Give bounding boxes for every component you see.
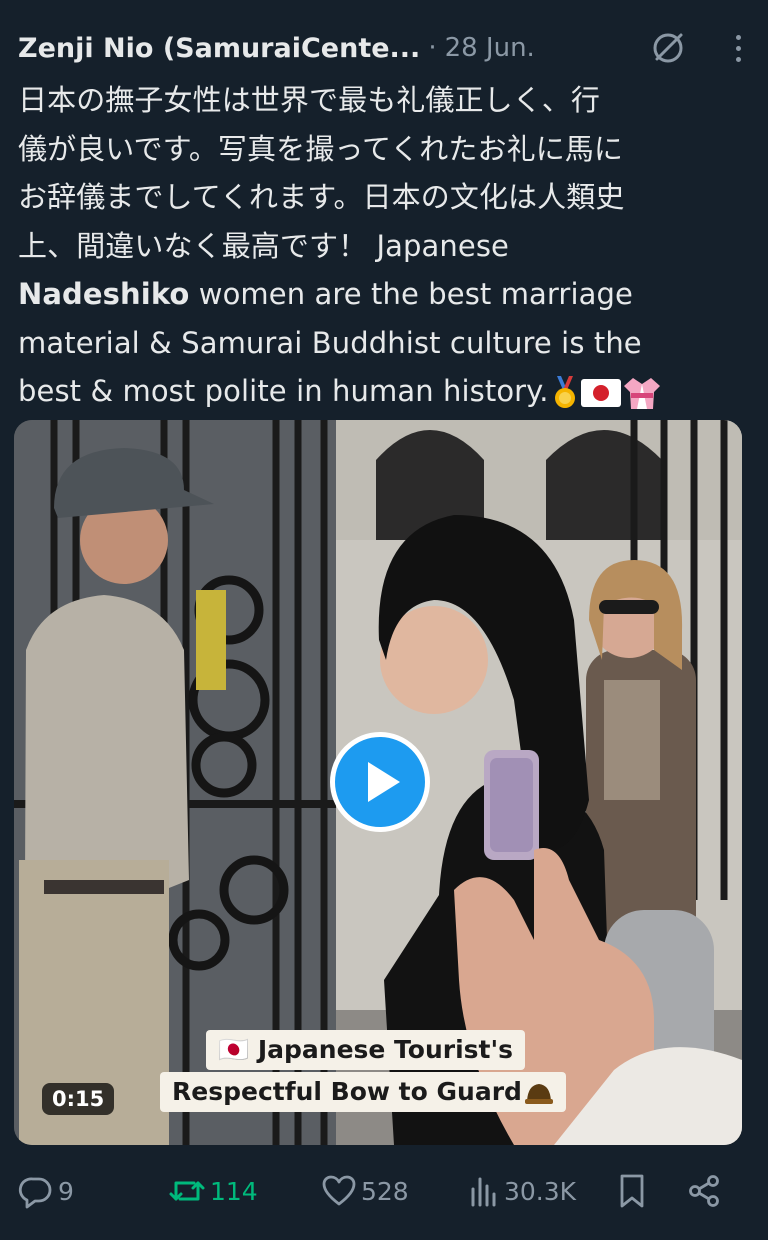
reply-icon	[18, 1177, 52, 1209]
views-button[interactable]: 30.3K	[468, 1168, 576, 1214]
bookmark-icon	[620, 1174, 644, 1208]
heart-icon	[322, 1175, 356, 1206]
kimono-icon	[623, 378, 660, 409]
header-separator: ·	[428, 33, 437, 63]
views-bar-chart-icon	[471, 1177, 496, 1207]
play-icon	[368, 762, 400, 802]
bookmark-button[interactable]	[616, 1168, 648, 1214]
like-count: 528	[361, 1176, 409, 1206]
caption-line-1: 🇯🇵 Japanese Tourist's	[206, 1030, 526, 1070]
japan-flag-icon	[580, 379, 621, 407]
tweet-text-line: 儀が良いです。写真を撮ってくれたお礼に馬に	[18, 131, 624, 166]
video-caption: 🇯🇵 Japanese Tourist's Respectful Bow to …	[160, 1030, 620, 1118]
more-vertical-icon[interactable]	[726, 30, 750, 66]
tweet-text-line: Nadeshiko women are the best marriage	[18, 270, 748, 319]
tweet-text-line: material & Samurai Buddhist culture is t…	[18, 325, 642, 360]
tweet-text-line: 上、間違いなく最高です！ Japanese	[18, 228, 509, 263]
tweet-text: 日本の撫子女性は世界で最も礼儀正しく、行 儀が良いです。写真を撮ってくれたお礼に…	[18, 76, 748, 416]
line5-rest: women are the best marriage	[189, 277, 633, 311]
medal-icon	[554, 376, 575, 408]
caption-line-2: Respectful Bow to Guard	[160, 1072, 566, 1112]
reply-button[interactable]: 9	[18, 1168, 74, 1214]
tweet-date[interactable]: 28 Jun.	[445, 33, 535, 63]
video-player[interactable]: 🇯🇵 Japanese Tourist's Respectful Bow to …	[14, 420, 742, 1145]
tweet[interactable]: Zenji Nio (SamuraiCente... · 28 Jun. 日本の…	[0, 0, 768, 1240]
retweet-count: 114	[210, 1176, 258, 1206]
reply-count: 9	[58, 1176, 74, 1206]
retweet-button[interactable]: 114	[168, 1168, 258, 1214]
caption-line-2-text: Respectful Bow to Guard	[172, 1077, 522, 1106]
retweet-icon	[169, 1181, 205, 1201]
video-duration: 0:15	[42, 1083, 115, 1115]
tweet-text-line: お辞儀までしてくれます。日本の文化は人類史	[18, 180, 625, 214]
tweet-text-line: 日本の撫子女性は世界で最も礼儀正しく、行	[18, 83, 601, 117]
hat-emoji-icon	[524, 1084, 553, 1104]
views-count: 30.3K	[504, 1176, 577, 1206]
bold-word: Nadeshiko	[18, 277, 190, 311]
share-button[interactable]	[686, 1168, 722, 1214]
grok-slash-circle-icon[interactable]	[648, 28, 688, 68]
line7-text: best & most polite in human history.	[18, 374, 549, 408]
share-icon	[689, 1175, 719, 1207]
like-button[interactable]: 528	[321, 1168, 409, 1214]
tweet-header: Zenji Nio (SamuraiCente... · 28 Jun.	[18, 26, 750, 70]
action-bar: 9 114 528 30.3K	[18, 1168, 750, 1214]
play-button[interactable]	[330, 732, 430, 832]
author-name[interactable]: Zenji Nio (SamuraiCente...	[18, 33, 420, 64]
tweet-text-line: best & most polite in human history.	[18, 367, 748, 416]
